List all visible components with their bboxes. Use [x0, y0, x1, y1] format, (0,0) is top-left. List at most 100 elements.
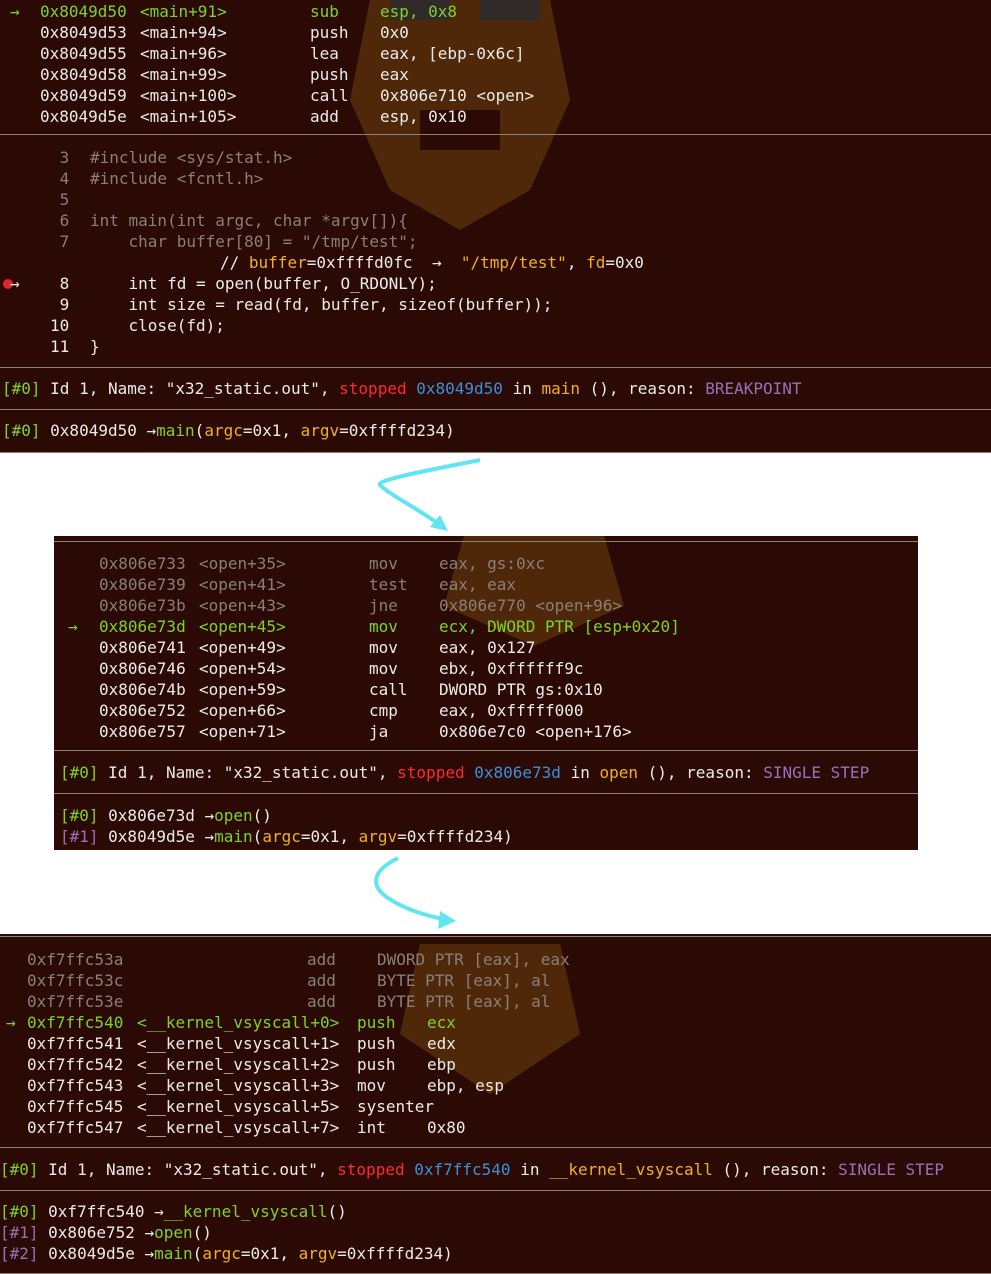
thread-in: in [502, 379, 542, 398]
current-instruction-row[interactable]: → 0x806e73d <open+45> mov ecx, DWORD PTR [es… [54, 616, 918, 637]
instruction-row[interactable]: 0x8049d59 <main+100> call 0x806e710 <open> [0, 85, 991, 106]
frame-args: ( [192, 1244, 203, 1263]
frame-text: [#1] 0x8049d5e →main(argc=0x1, argv=0xff… [60, 826, 513, 847]
instruction-address: 0xf7ffc543 [27, 1076, 124, 1095]
backtrace-frame[interactable]: [#1] 0x806e752 →open() [0, 1222, 991, 1243]
instruction-row[interactable]: 0xf7ffc53a add DWORD PTR [eax], eax [0, 949, 991, 970]
instruction-operands: ebp, esp [427, 1076, 505, 1095]
debugger-panel-vsyscall-step: 0xf7ffc53a add DWORD PTR [eax], eax 0xf7ffc… [0, 934, 991, 1274]
thread-state: stopped [337, 1160, 405, 1179]
backtrace-frame[interactable]: [#0] 0x8049d50 →main(argc=0x1, argv=0xff… [0, 420, 991, 441]
thread-function: open [599, 763, 638, 782]
instruction-operands: ebx, 0xffffff9c [439, 659, 584, 678]
frame-arrow-icon: → [144, 1223, 155, 1242]
source-line[interactable]: 6 int main(int argc, char *argv[]){ [0, 210, 991, 231]
instruction-address: 0x8049d5e [40, 107, 127, 126]
instruction-operands: BYTE PTR [eax], al [377, 992, 551, 1011]
instruction-row[interactable]: 0x806e752 <open+66> cmp eax, 0xfffff000 [54, 700, 918, 721]
source-code: int main(int argc, char *argv[]){ [90, 211, 408, 230]
pc-arrow-icon: → [68, 617, 78, 636]
backtrace-frame[interactable]: [#0] 0xf7ffc540 →__kernel_vsyscall() [0, 1201, 991, 1222]
source-line[interactable]: 3 #include <sys/stat.h> [0, 147, 991, 168]
instruction-symbol: <__kernel_vsyscall+3> [137, 1076, 340, 1095]
instruction-row[interactable]: 0x8049d53 <main+94> push 0x0 [0, 22, 991, 43]
instruction-row[interactable]: 0x8049d55 <main+96> lea eax, [ebp-0x6c] [0, 43, 991, 64]
frame-args: =0x1, [300, 827, 359, 846]
current-instruction-row[interactable]: → 0xf7ffc540 <__kernel_vsyscall+0> push ecx [0, 1012, 991, 1033]
instruction-mnemonic: push [310, 65, 349, 84]
pc-arrow-icon: → [6, 1013, 16, 1032]
thread-reason: BREAKPOINT [705, 379, 802, 398]
instruction-row[interactable]: 0x806e73b <open+43> jne 0x806e770 <open+96> [54, 595, 918, 616]
instruction-row[interactable]: 0xf7ffc541 <__kernel_vsyscall+1> push edx [0, 1033, 991, 1054]
thread-index: [#0] [0, 1160, 39, 1179]
instruction-address: 0x8049d50 [40, 2, 127, 21]
thread-reason-label: (), reason: [712, 1160, 839, 1179]
instruction-row[interactable]: 0xf7ffc545 <__kernel_vsyscall+5> sysenter [0, 1096, 991, 1117]
instruction-row[interactable]: 0x8049d58 <main+99> push eax [0, 64, 991, 85]
frame-arrow-icon: → [204, 806, 215, 825]
source-line[interactable]: 4 #include <fcntl.h> [0, 168, 991, 189]
instruction-row[interactable]: 0xf7ffc53e add BYTE PTR [eax], al [0, 991, 991, 1012]
source-line[interactable]: 7 char buffer[80] = "/tmp/test"; [0, 231, 991, 252]
instruction-operands: BYTE PTR [eax], al [377, 971, 551, 990]
source-line[interactable]: 5 [0, 189, 991, 210]
thread-status-row[interactable]: [#0] Id 1, Name: "x32_static.out", stopp… [0, 1159, 991, 1180]
instruction-symbol: <open+35> [199, 554, 286, 573]
frame-text: [#0] 0xf7ffc540 →__kernel_vsyscall() [0, 1201, 347, 1222]
instruction-mnemonic: jne [369, 596, 398, 615]
instruction-operands: esp, 0x10 [380, 107, 467, 126]
frame-index: [#0] [2, 421, 41, 440]
instruction-symbol: <main+105> [140, 107, 237, 126]
thread-status-row[interactable]: [#0] Id 1, Name: "x32_static.out", stopp… [0, 378, 991, 399]
frame-text: [#2] 0x8049d5e →main(argc=0x1, argv=0xff… [0, 1243, 453, 1264]
thread-status-row[interactable]: [#0] Id 1, Name: "x32_static.out", stopp… [54, 762, 918, 783]
instruction-row[interactable]: 0xf7ffc547 <__kernel_vsyscall+7> int 0x80 [0, 1117, 991, 1138]
current-source-line[interactable]: → 8 int fd = open(buffer, O_RDONLY); [0, 273, 991, 294]
instruction-row[interactable]: 0xf7ffc543 <__kernel_vsyscall+3> mov ebp, e… [0, 1075, 991, 1096]
source-line[interactable]: 9 int size = read(fd, buffer, sizeof(buf… [0, 294, 991, 315]
flow-arrow-icon [377, 458, 481, 531]
instruction-row[interactable]: 0x806e739 <open+41> test eax, eax [54, 574, 918, 595]
source-line[interactable]: 11} [0, 336, 991, 357]
annot-string: "/tmp/test" [460, 253, 567, 272]
pc-arrow-icon: → [10, 2, 20, 21]
instruction-mnemonic: mov [369, 617, 398, 636]
source-annotation[interactable]: // buffer=0xffffd0fc → "/tmp/test", fd=0… [0, 252, 991, 273]
instruction-address: 0xf7ffc545 [27, 1097, 124, 1116]
source-line[interactable]: 10 close(fd); [0, 315, 991, 336]
frame-index: [#0] [0, 1202, 39, 1221]
instruction-mnemonic: mov [369, 554, 398, 573]
frame-arrow-icon: → [204, 827, 215, 846]
instruction-operands: DWORD PTR gs:0x10 [439, 680, 603, 699]
backtrace-frame[interactable]: [#2] 0x8049d5e →main(argc=0x1, argv=0xff… [0, 1243, 991, 1264]
source-code: #include <sys/stat.h> [90, 148, 293, 167]
instruction-row[interactable]: 0x806e74b <open+59> call DWORD PTR gs:0x10 [54, 679, 918, 700]
current-instruction-row[interactable]: → 0x8049d50 <main+91> sub esp, 0x8 [0, 1, 991, 22]
source-code: char buffer[80] = "/tmp/test"; [90, 232, 418, 251]
frame-address: 0x8049d5e [38, 1244, 145, 1263]
thread-reason-label: (), reason: [580, 379, 706, 398]
instruction-address: 0x806e741 [99, 638, 186, 657]
variable-annotation: // buffer=0xffffd0fc → "/tmp/test", fd=0… [220, 252, 644, 273]
instruction-address: 0x8049d53 [40, 23, 127, 42]
instruction-row[interactable]: 0x806e757 <open+71> ja 0x806e7c0 <open+176> [54, 721, 918, 742]
frame-function: open [154, 1223, 193, 1242]
frame-address: 0xf7ffc540 [38, 1202, 155, 1221]
instruction-address: 0x8049d55 [40, 44, 127, 63]
backtrace-frame[interactable]: [#0] 0x806e73d →open() [54, 805, 918, 826]
instruction-row[interactable]: 0x806e746 <open+54> mov ebx, 0xffffff9c [54, 658, 918, 679]
instruction-row[interactable]: 0x806e741 <open+49> mov eax, 0x127 [54, 637, 918, 658]
debugger-panel-open-step: 0x806e733 <open+35> mov eax, gs:0xc 0x806e73… [54, 536, 918, 850]
backtrace-frame[interactable]: [#1] 0x8049d5e →main(argc=0x1, argv=0xff… [54, 826, 918, 847]
line-number: 10 [50, 316, 70, 335]
instruction-row[interactable]: 0xf7ffc542 <__kernel_vsyscall+2> push ebp [0, 1054, 991, 1075]
frame-index: [#1] [0, 1223, 39, 1242]
instruction-row[interactable]: 0x8049d5e <main+105> add esp, 0x10 [0, 106, 991, 127]
instruction-row[interactable]: 0xf7ffc53c add BYTE PTR [eax], al [0, 970, 991, 991]
instruction-row[interactable]: 0x806e733 <open+35> mov eax, gs:0xc [54, 553, 918, 574]
instruction-mnemonic: call [310, 86, 349, 105]
